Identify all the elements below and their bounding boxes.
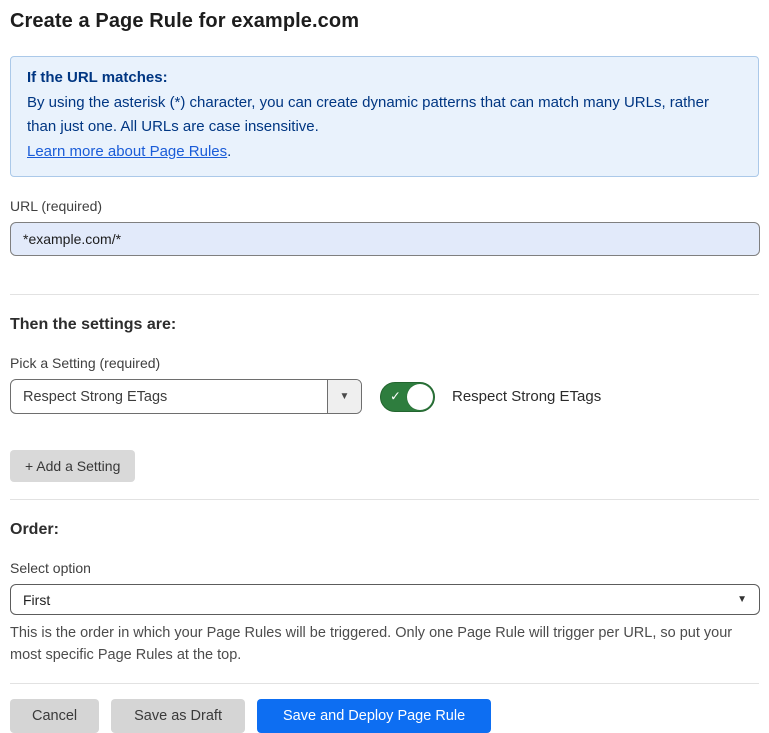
add-setting-button[interactable]: + Add a Setting bbox=[10, 450, 135, 482]
setting-row: Respect Strong ETags ▼ ✓ Respect Strong … bbox=[10, 379, 759, 414]
url-field-label: URL (required) bbox=[10, 198, 759, 214]
order-help-text: This is the order in which your Page Rul… bbox=[10, 622, 750, 666]
chevron-down-icon: ▼ bbox=[737, 594, 747, 605]
info-box-link-line: Learn more about Page Rules. bbox=[27, 140, 742, 165]
etags-toggle-group: ✓ Respect Strong ETags bbox=[380, 382, 601, 412]
divider bbox=[10, 499, 759, 500]
url-match-info-box: If the URL matches: By using the asteris… bbox=[10, 56, 759, 177]
save-and-deploy-button[interactable]: Save and Deploy Page Rule bbox=[257, 699, 491, 733]
page-rule-form: Create a Page Rule for example.com If th… bbox=[0, 0, 769, 733]
learn-more-link[interactable]: Learn more about Page Rules bbox=[27, 143, 227, 160]
settings-section-heading: Then the settings are: bbox=[10, 316, 759, 334]
chevron-down-icon: ▼ bbox=[340, 391, 350, 402]
check-icon: ✓ bbox=[390, 388, 401, 404]
order-select-value: First bbox=[23, 592, 737, 608]
setting-select[interactable]: Respect Strong ETags ▼ bbox=[10, 379, 362, 414]
info-box-body: By using the asterisk (*) character, you… bbox=[27, 91, 742, 140]
divider bbox=[10, 294, 759, 295]
etags-toggle-label: Respect Strong ETags bbox=[452, 388, 601, 405]
setting-select-arrow-button[interactable]: ▼ bbox=[327, 380, 361, 413]
url-input[interactable] bbox=[10, 222, 760, 256]
info-box-heading: If the URL matches: bbox=[27, 66, 742, 91]
etags-toggle[interactable]: ✓ bbox=[380, 382, 435, 412]
toggle-knob bbox=[407, 384, 433, 410]
cancel-button[interactable]: Cancel bbox=[10, 699, 99, 733]
page-title: Create a Page Rule for example.com bbox=[10, 10, 759, 33]
order-select[interactable]: First ▼ bbox=[10, 584, 760, 615]
save-as-draft-button[interactable]: Save as Draft bbox=[111, 699, 245, 733]
order-select-label: Select option bbox=[10, 560, 759, 576]
order-section-heading: Order: bbox=[10, 521, 759, 539]
pick-setting-label: Pick a Setting (required) bbox=[10, 355, 759, 371]
divider bbox=[10, 683, 759, 684]
setting-select-value: Respect Strong ETags bbox=[11, 380, 327, 413]
footer-actions: Cancel Save as Draft Save and Deploy Pag… bbox=[10, 699, 759, 733]
link-suffix: . bbox=[227, 143, 231, 160]
